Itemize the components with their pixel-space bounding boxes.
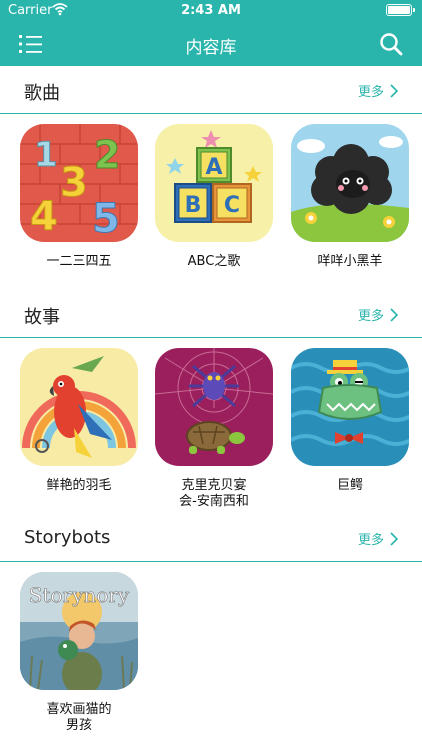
content-card-crocodile[interactable]: 巨鳄	[291, 348, 409, 494]
card-label: ABC之歌	[187, 254, 241, 269]
card-label-line: 克里克贝宴	[181, 478, 247, 493]
svg-text:4: 4	[30, 194, 58, 240]
card-label: 克里克贝宴 会-安南西和	[155, 478, 273, 510]
card-label: 一二三四五	[46, 254, 112, 269]
block-letter-b: B	[185, 193, 202, 218]
thumbnail-numbers: 1 2 3 4 5	[20, 124, 138, 242]
chevron-right-icon	[390, 83, 398, 98]
svg-text:3: 3	[60, 160, 88, 206]
svg-text:2: 2	[94, 133, 120, 177]
card-label-line: 喜欢画猫的	[46, 702, 112, 717]
block-letter-a: A	[205, 155, 222, 180]
thumbnail-crocodile	[291, 348, 409, 466]
section-title: 故事	[24, 307, 60, 328]
section-title: 歌曲	[24, 83, 60, 104]
more-button-stories[interactable]: 更多	[358, 305, 398, 324]
card-label: 咩咩小黑羊	[317, 254, 383, 269]
more-label: 更多	[357, 85, 384, 100]
more-button-storybots[interactable]: 更多	[358, 529, 398, 548]
section-header-stories: 故事 更多	[0, 290, 422, 338]
list-menu-icon[interactable]	[18, 32, 44, 56]
thumbnail-parrot	[20, 348, 138, 466]
card-label-line: 男孩	[65, 718, 92, 733]
content-card-counting-song[interactable]: 1 2 3 4 5 一二三四五	[20, 124, 138, 270]
card-label: 喜欢画猫的 男孩	[20, 702, 138, 734]
storynory-logo-text: Storynory	[29, 583, 130, 607]
svg-text:1: 1	[34, 135, 58, 175]
content-card-black-sheep[interactable]: 咩咩小黑羊	[291, 124, 409, 270]
thumbnail-spider-turtle	[155, 348, 273, 466]
battery-icon	[386, 4, 415, 16]
section-header-storybots: Storybots 更多	[0, 514, 422, 562]
thumbnail-storynory: Storynory	[20, 572, 138, 690]
card-label: 巨鳄	[336, 478, 363, 493]
card-label: 鲜艳的羽毛	[46, 478, 112, 493]
block-letter-c: C	[224, 193, 240, 218]
card-label-line: 会-安南西和	[179, 494, 249, 509]
clock: 2:43 AM	[181, 3, 241, 18]
more-label: 更多	[357, 309, 384, 324]
chevron-right-icon	[390, 307, 398, 322]
page-title: 内容库	[185, 38, 237, 58]
thumbnail-black-sheep	[291, 124, 409, 242]
search-icon[interactable]	[378, 31, 404, 57]
navigation-bar: 内容库	[0, 22, 422, 66]
chevron-right-icon	[390, 531, 398, 546]
status-bar: Carrier 2:43 AM	[0, 0, 422, 22]
svg-text:5: 5	[92, 196, 120, 242]
content-card-boy-who-drew-cats[interactable]: Storynory 喜欢画猫的 男孩	[20, 572, 138, 734]
section-title: Storybots	[24, 527, 111, 548]
section-header-songs: 歌曲 更多	[0, 66, 422, 114]
content-card-bright-feathers[interactable]: 鲜艳的羽毛	[20, 348, 138, 494]
content-card-abc-song[interactable]: A B C ABC之歌	[155, 124, 273, 270]
content-card-anansi-feast[interactable]: 克里克贝宴 会-安南西和	[155, 348, 273, 510]
more-label: 更多	[357, 533, 384, 548]
thumbnail-abc-blocks: A B C	[155, 124, 273, 242]
more-button-songs[interactable]: 更多	[358, 81, 398, 100]
